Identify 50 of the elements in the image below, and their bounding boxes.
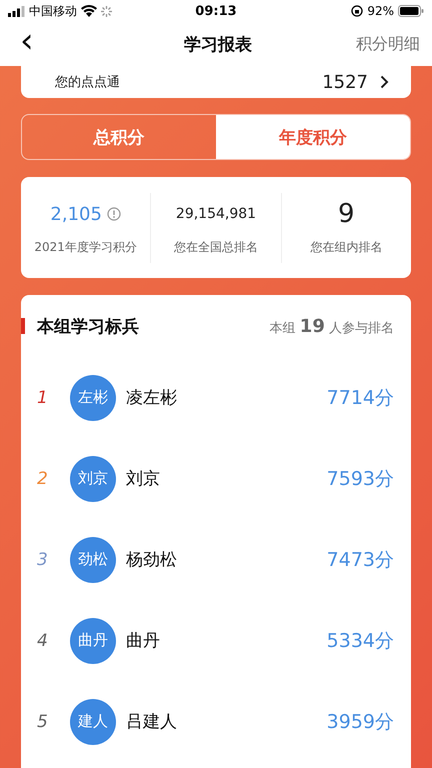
- section-title: 本组学习标兵: [37, 316, 140, 338]
- stat-label: 您在全国总排名: [174, 239, 258, 256]
- chevron-right-icon: [380, 75, 389, 89]
- avatar: 曲丹: [70, 618, 116, 664]
- summary-label: 您的点点通: [55, 74, 121, 91]
- rank-number: 4: [37, 630, 49, 650]
- wifi-icon: [81, 5, 97, 17]
- battery-percent: 92%: [367, 4, 394, 18]
- ranking-row[interactable]: 2 刘京 刘京 7593分: [21, 438, 411, 519]
- member-name: 刘京: [126, 468, 161, 490]
- ranking-row[interactable]: 5 建人 吕建人 3959分: [21, 681, 411, 762]
- summary-card[interactable]: 您的点点通 1527: [21, 66, 411, 98]
- rank-number: 3: [37, 550, 49, 570]
- signal-icon: [8, 6, 25, 16]
- avatar: 左彬: [70, 374, 116, 420]
- clock-time: 09:13: [195, 4, 237, 18]
- stat-value: 9: [338, 199, 355, 229]
- points-detail-link[interactable]: 积分明细: [356, 34, 420, 54]
- member-name: 吕建人: [126, 711, 178, 733]
- rank-number: 2: [37, 468, 49, 488]
- stat-label: 2021年度学习积分: [34, 239, 137, 256]
- page-title: 学习报表: [184, 34, 252, 56]
- member-score: 5334分: [326, 628, 394, 654]
- loading-icon: [101, 6, 112, 16]
- rank-number: 1: [37, 388, 49, 408]
- rotation-lock-icon: [351, 5, 364, 17]
- ranking-row[interactable]: 1 左彬 凌左彬 7714分: [21, 357, 411, 438]
- member-name: 杨劲松: [126, 549, 178, 571]
- summary-value: 1527: [322, 72, 368, 92]
- stat-value: 29,154,981: [176, 206, 256, 222]
- carrier-name: 中国移动: [29, 2, 77, 20]
- ranking-row[interactable]: 3 劲松 杨劲松 7473分: [21, 519, 411, 600]
- member-score: 7473分: [326, 548, 394, 572]
- avatar: 刘京: [70, 456, 116, 502]
- stat-value: 2,105: [50, 204, 102, 224]
- ranking-row[interactable]: 4 曲丹 曲丹 5334分: [21, 600, 411, 681]
- member-score: 7593分: [326, 466, 394, 492]
- member-name: 曲丹: [126, 630, 161, 652]
- battery-icon: [398, 5, 424, 17]
- points-tab[interactable]: 年度积分: [216, 115, 410, 159]
- member-name: 凌左彬: [126, 387, 178, 409]
- avatar: 建人: [70, 698, 116, 744]
- rank-number: 5: [37, 712, 49, 732]
- stat-label: 您在组内排名: [310, 239, 382, 256]
- member-score: 7714分: [326, 386, 394, 410]
- info-icon[interactable]: [106, 207, 121, 221]
- avatar: 劲松: [70, 536, 116, 582]
- participant-count: 本组 19 人参与排名: [270, 316, 394, 336]
- member-score: 3959分: [326, 710, 394, 734]
- back-button[interactable]: ‹: [14, 24, 40, 64]
